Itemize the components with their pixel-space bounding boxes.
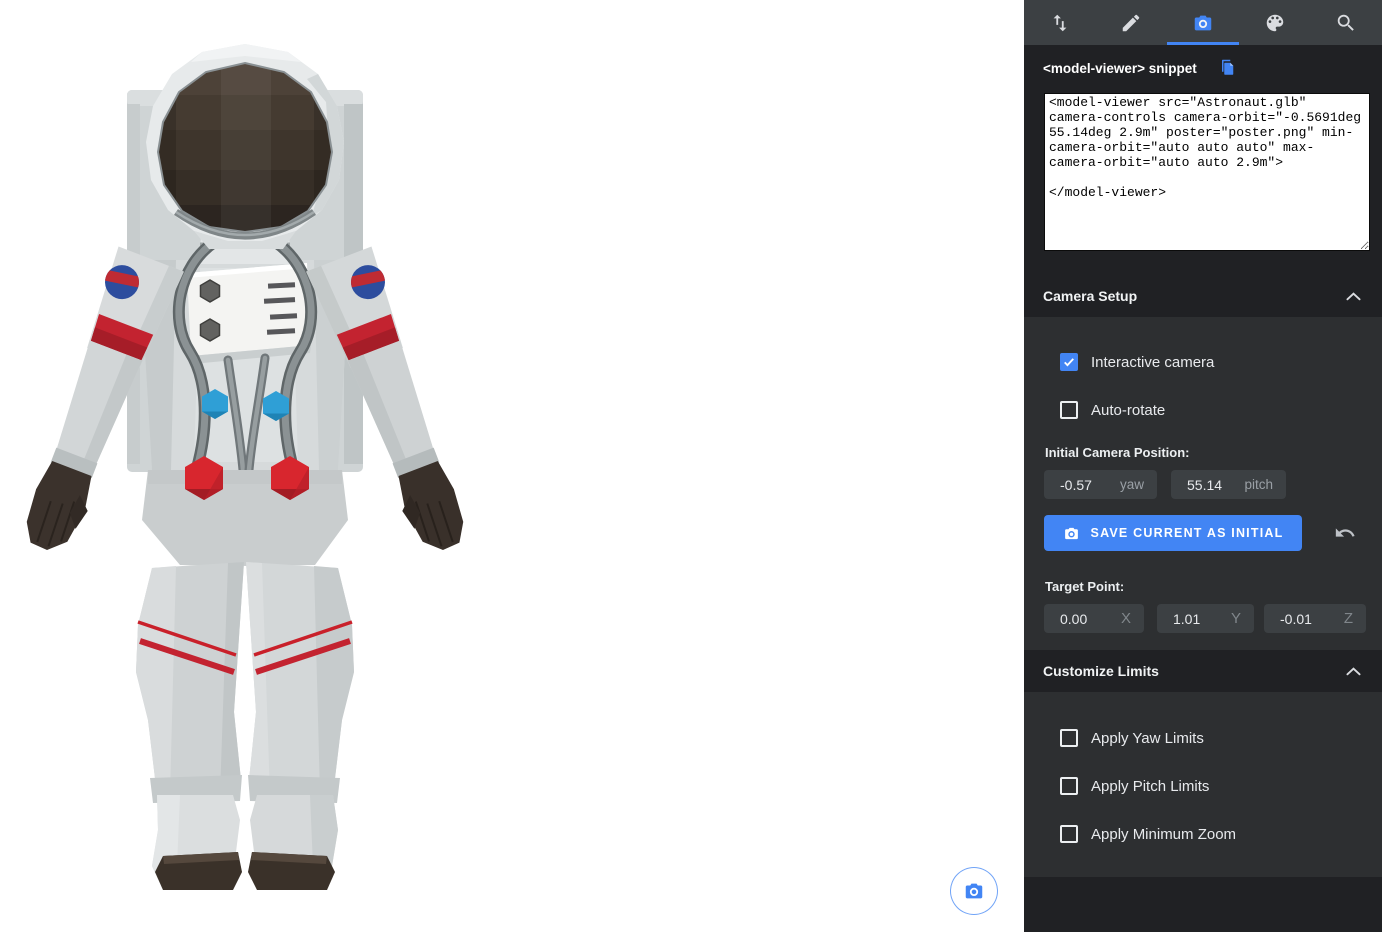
camera-capture-button[interactable] — [950, 867, 998, 915]
save-current-as-initial-button[interactable]: SAVE CURRENT AS INITIAL — [1044, 515, 1302, 551]
astronaut-legs — [136, 562, 354, 795]
search-icon — [1335, 12, 1357, 34]
target-z-suffix: Z — [1344, 610, 1366, 627]
check-icon — [1062, 355, 1076, 369]
pitch-suffix: pitch — [1244, 477, 1286, 492]
pencil-icon — [1120, 12, 1142, 34]
initial-camera-position-label: Initial Camera Position: — [1024, 445, 1382, 460]
target-x-suffix: X — [1121, 610, 1144, 627]
tab-inspector[interactable] — [1310, 0, 1382, 45]
apply-minimum-zoom-label: Apply Minimum Zoom — [1091, 826, 1236, 843]
save-button-label: SAVE CURRENT AS INITIAL — [1091, 526, 1284, 540]
target-point-fields: X Y Z — [1024, 604, 1382, 633]
copy-icon — [1219, 58, 1237, 78]
customize-limits-collapse-button[interactable] — [1342, 663, 1365, 680]
interactive-camera-checkbox[interactable] — [1060, 353, 1078, 371]
camera-setup-collapse-button[interactable] — [1342, 288, 1365, 305]
palette-icon — [1264, 12, 1286, 34]
target-z-input[interactable] — [1264, 611, 1344, 627]
pitch-input[interactable] — [1171, 477, 1244, 493]
yaw-field[interactable]: yaw — [1044, 470, 1157, 499]
customize-limits-title: Customize Limits — [1043, 663, 1159, 679]
camera-setup-title: Camera Setup — [1043, 288, 1137, 304]
astronaut-blue-fittings — [202, 389, 289, 421]
camera-icon — [963, 880, 985, 902]
auto-rotate-checkbox[interactable] — [1060, 401, 1078, 419]
target-y-input[interactable] — [1157, 611, 1231, 627]
astronaut-backpack — [127, 90, 363, 472]
apply-pitch-limits-label: Apply Pitch Limits — [1091, 778, 1209, 795]
camera-setup-section: Interactive camera Auto-rotate Initial C… — [1024, 317, 1382, 650]
tab-edit[interactable] — [1096, 0, 1168, 45]
astronaut-helmet — [146, 44, 344, 249]
apply-yaw-limits-checkbox[interactable] — [1060, 729, 1078, 747]
astronaut-torso — [142, 226, 348, 470]
chevron-up-icon — [1346, 292, 1361, 301]
yaw-suffix: yaw — [1120, 477, 1157, 492]
apply-pitch-limits-checkbox[interactable] — [1060, 777, 1078, 795]
camera-icon — [1063, 525, 1080, 542]
yaw-input[interactable] — [1044, 477, 1120, 493]
astronaut-harness — [179, 243, 311, 470]
interactive-camera-label: Interactive camera — [1091, 354, 1214, 371]
astronaut-red-hexes — [185, 456, 309, 500]
pitch-field[interactable]: pitch — [1171, 470, 1286, 499]
snippet-code-textarea[interactable]: <model-viewer src="Astronaut.glb" camera… — [1044, 93, 1370, 251]
target-y-suffix: Y — [1231, 610, 1254, 627]
astronaut-model — [0, 0, 500, 932]
astronaut-right-arm — [306, 246, 484, 560]
undo-button[interactable] — [1332, 520, 1358, 546]
astronaut-left-arm — [6, 246, 184, 560]
astronaut-boots — [150, 775, 340, 890]
astronaut-chest-panel — [187, 263, 311, 364]
astronaut-visor — [150, 55, 340, 240]
customize-limits-section: Apply Yaw Limits Apply Pitch Limits Appl… — [1024, 692, 1382, 877]
apply-yaw-limits-row: Apply Yaw Limits — [1024, 729, 1382, 747]
apply-minimum-zoom-row: Apply Minimum Zoom — [1024, 825, 1382, 843]
apply-yaw-limits-label: Apply Yaw Limits — [1091, 730, 1204, 747]
save-row: SAVE CURRENT AS INITIAL — [1024, 515, 1382, 551]
auto-rotate-row: Auto-rotate — [1024, 401, 1382, 419]
target-x-input[interactable] — [1044, 611, 1121, 627]
model-viewport[interactable] — [0, 0, 1024, 932]
target-y-field[interactable]: Y — [1157, 604, 1254, 633]
snippet-title: <model-viewer> snippet — [1043, 61, 1197, 76]
target-point-label: Target Point: — [1024, 579, 1382, 594]
camera-icon — [1192, 12, 1214, 34]
tab-import-export[interactable] — [1024, 0, 1096, 45]
copy-snippet-button[interactable] — [1219, 58, 1237, 78]
camera-setup-header: Camera Setup — [1024, 275, 1382, 317]
auto-rotate-label: Auto-rotate — [1091, 402, 1165, 419]
tab-camera[interactable] — [1167, 0, 1239, 45]
initial-camera-position-fields: yaw pitch — [1024, 470, 1382, 499]
snippet-header: <model-viewer> snippet — [1024, 45, 1382, 78]
model-viewer-editor: <model-viewer> snippet <model-viewer src… — [0, 0, 1382, 932]
target-x-field[interactable]: X — [1044, 604, 1144, 633]
tab-materials[interactable] — [1239, 0, 1311, 45]
target-z-field[interactable]: Z — [1264, 604, 1366, 633]
astronaut-pelvis — [142, 470, 348, 566]
apply-pitch-limits-row: Apply Pitch Limits — [1024, 777, 1382, 795]
customize-limits-header: Customize Limits — [1024, 650, 1382, 692]
undo-icon — [1334, 522, 1356, 544]
apply-minimum-zoom-checkbox[interactable] — [1060, 825, 1078, 843]
panel-tab-bar — [1024, 0, 1382, 45]
settings-panel: <model-viewer> snippet <model-viewer src… — [1024, 0, 1382, 932]
chevron-up-icon — [1346, 667, 1361, 676]
interactive-camera-row: Interactive camera — [1024, 353, 1382, 371]
import-export-icon — [1049, 12, 1071, 34]
